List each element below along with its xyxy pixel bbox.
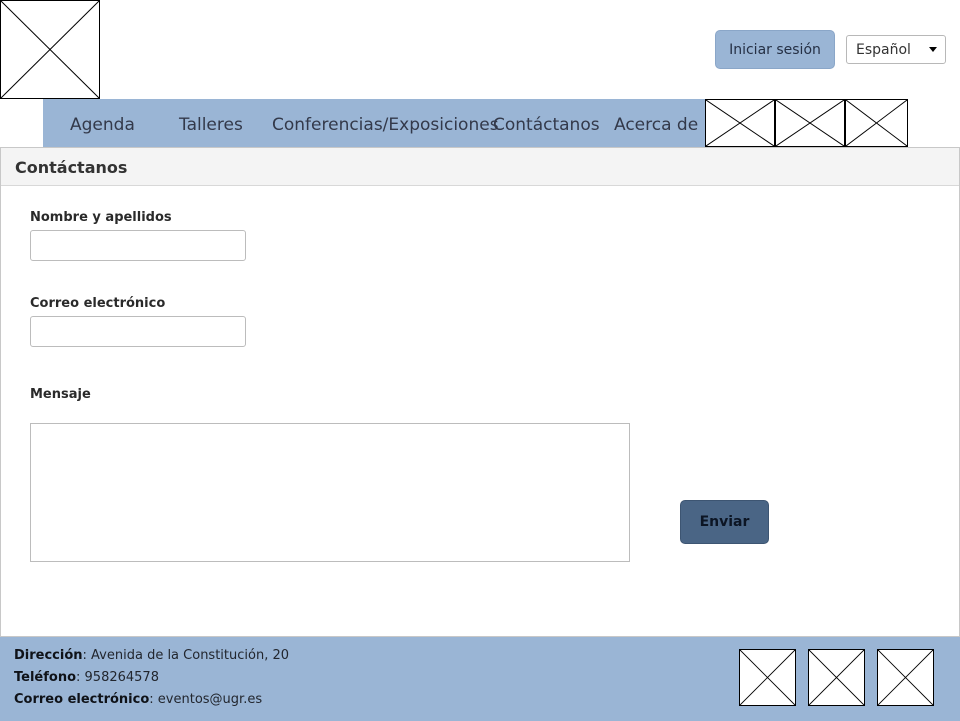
footer-address-label: Dirección	[14, 648, 83, 663]
email-input[interactable]	[30, 316, 246, 347]
footer-phone-value: : 958264578	[76, 670, 159, 685]
email-label: Correo electrónico	[30, 296, 166, 311]
nav-image-placeholder-icon[interactable]	[705, 99, 775, 147]
social-placeholder-icon[interactable]	[739, 649, 796, 706]
footer-address: Dirección: Avenida de la Constitución, 2…	[14, 648, 289, 663]
nav-item-conferencias[interactable]: Conferencias/Exposiciones	[272, 99, 499, 147]
main-navbar: Agenda Talleres Conferencias/Exposicione…	[43, 99, 705, 147]
nav-item-acerca-de[interactable]: Acerca de	[614, 99, 698, 147]
caret-down-icon	[929, 47, 937, 52]
panel-header: Contáctanos	[1, 148, 959, 186]
footer-email-label: Correo electrónico	[14, 692, 150, 707]
social-placeholder-icon[interactable]	[877, 649, 934, 706]
language-selected-value: Español	[856, 41, 911, 58]
footer-phone-label: Teléfono	[14, 670, 77, 685]
language-select[interactable]: Español	[846, 35, 946, 64]
page-title: Contáctanos	[15, 158, 128, 177]
nav-item-contactanos[interactable]: Contáctanos	[493, 99, 600, 147]
message-label: Mensaje	[30, 387, 91, 402]
nav-image-placeholder-icon[interactable]	[775, 99, 845, 147]
nav-item-agenda[interactable]: Agenda	[70, 99, 135, 147]
logo-placeholder-icon	[0, 0, 100, 99]
nav-image-placeholder-icon[interactable]	[845, 99, 908, 147]
send-button[interactable]: Enviar	[680, 500, 769, 544]
login-button[interactable]: Iniciar sesión	[715, 30, 835, 69]
name-input[interactable]	[30, 230, 246, 261]
name-label: Nombre y apellidos	[30, 210, 172, 225]
footer-address-value: : Avenida de la Constitución, 20	[82, 648, 290, 663]
contact-panel: Contáctanos Nombre y apellidos Correo el…	[0, 147, 960, 637]
footer-email: Correo electrónico: eventos@ugr.es	[14, 692, 262, 707]
footer-email-value: : eventos@ugr.es	[149, 692, 263, 707]
footer-phone: Teléfono: 958264578	[14, 670, 159, 685]
message-textarea[interactable]	[30, 423, 630, 562]
social-placeholder-icon[interactable]	[808, 649, 865, 706]
nav-item-talleres[interactable]: Talleres	[179, 99, 243, 147]
